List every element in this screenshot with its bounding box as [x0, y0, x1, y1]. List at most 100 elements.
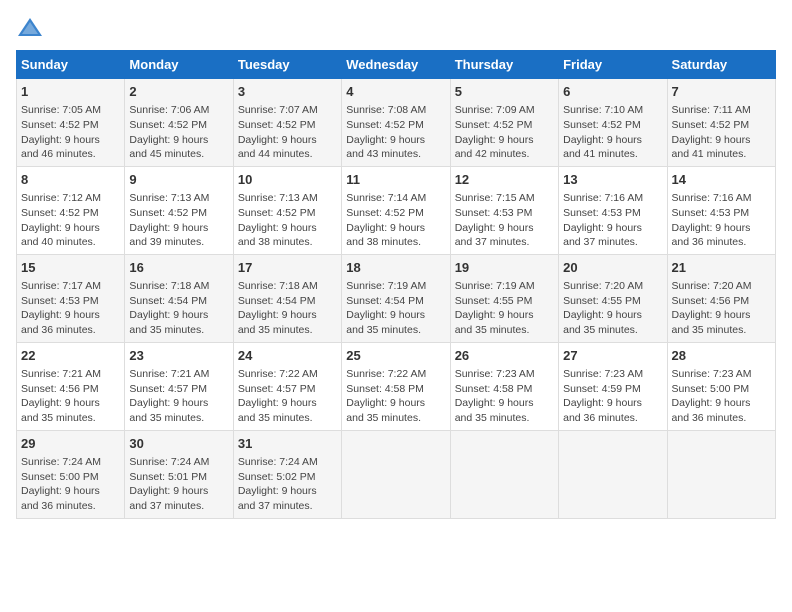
table-row: 27Sunrise: 7:23 AM Sunset: 4:59 PM Dayli…	[559, 342, 667, 430]
day-info: Sunrise: 7:21 AM Sunset: 4:57 PM Dayligh…	[129, 367, 228, 426]
table-row: 30 Sunrise: 7:24 AM Sunset: 5:01 PM Dayli…	[125, 430, 233, 518]
day-number: 8	[21, 171, 120, 189]
day-number: 21	[672, 259, 771, 277]
day-info: Sunrise: 7:18 AM Sunset: 4:54 PM Dayligh…	[238, 279, 337, 338]
day-number: 5	[455, 83, 554, 101]
day-info: Sunrise: 7:13 AM Sunset: 4:52 PM Dayligh…	[238, 191, 337, 250]
week-row-5: 29 Sunrise: 7:24 AM Sunset: 5:00 PM Dayli…	[17, 430, 776, 518]
day-number: 14	[672, 171, 771, 189]
day-number: 15	[21, 259, 120, 277]
calendar-table: SundayMondayTuesdayWednesdayThursdayFrid…	[16, 50, 776, 519]
logo-icon	[16, 16, 44, 38]
table-row	[667, 430, 775, 518]
day-info: Sunrise: 7:06 AM Sunset: 4:52 PM Dayligh…	[129, 103, 228, 162]
table-row: 6 Sunrise: 7:10 AM Sunset: 4:52 PM Daylig…	[559, 79, 667, 167]
weekday-header-sunday: Sunday	[17, 51, 125, 79]
week-row-1: 1Sunrise: 7:05 AM Sunset: 4:52 PM Daylig…	[17, 79, 776, 167]
table-row: 29 Sunrise: 7:24 AM Sunset: 5:00 PM Dayli…	[17, 430, 125, 518]
table-row: 25 Sunrise: 7:22 AM Sunset: 4:58 PM Dayli…	[342, 342, 450, 430]
day-number: 25	[346, 347, 445, 365]
table-row: 2 Sunrise: 7:06 AM Sunset: 4:52 PM Daylig…	[125, 79, 233, 167]
table-row: 22 Sunrise: 7:21 AM Sunset: 4:56 PM Dayli…	[17, 342, 125, 430]
day-info: Sunrise: 7:18 AM Sunset: 4:54 PM Dayligh…	[129, 279, 228, 338]
table-row: 1Sunrise: 7:05 AM Sunset: 4:52 PM Daylig…	[17, 79, 125, 167]
day-number: 23	[129, 347, 228, 365]
day-info: Sunrise: 7:09 AM Sunset: 4:52 PM Dayligh…	[455, 103, 554, 162]
day-number: 18	[346, 259, 445, 277]
day-info: Sunrise: 7:17 AM Sunset: 4:53 PM Dayligh…	[21, 279, 120, 338]
day-info: Sunrise: 7:21 AM Sunset: 4:56 PM Dayligh…	[21, 367, 120, 426]
table-row: 9 Sunrise: 7:13 AM Sunset: 4:52 PM Daylig…	[125, 166, 233, 254]
day-number: 1	[21, 83, 120, 101]
day-info: Sunrise: 7:10 AM Sunset: 4:52 PM Dayligh…	[563, 103, 662, 162]
day-info: Sunrise: 7:23 AM Sunset: 4:59 PM Dayligh…	[563, 367, 662, 426]
day-number: 9	[129, 171, 228, 189]
day-number: 26	[455, 347, 554, 365]
day-number: 24	[238, 347, 337, 365]
day-info: Sunrise: 7:23 AM Sunset: 4:58 PM Dayligh…	[455, 367, 554, 426]
table-row: 5 Sunrise: 7:09 AM Sunset: 4:52 PM Daylig…	[450, 79, 558, 167]
day-info: Sunrise: 7:15 AM Sunset: 4:53 PM Dayligh…	[455, 191, 554, 250]
day-number: 6	[563, 83, 662, 101]
table-row	[342, 430, 450, 518]
day-number: 20	[563, 259, 662, 277]
week-row-3: 15 Sunrise: 7:17 AM Sunset: 4:53 PM Dayli…	[17, 254, 776, 342]
week-row-2: 8 Sunrise: 7:12 AM Sunset: 4:52 PM Daylig…	[17, 166, 776, 254]
day-number: 2	[129, 83, 228, 101]
day-number: 29	[21, 435, 120, 453]
day-number: 30	[129, 435, 228, 453]
weekday-header-wednesday: Wednesday	[342, 51, 450, 79]
table-row: 15 Sunrise: 7:17 AM Sunset: 4:53 PM Dayli…	[17, 254, 125, 342]
day-info: Sunrise: 7:07 AM Sunset: 4:52 PM Dayligh…	[238, 103, 337, 162]
day-info: Sunrise: 7:22 AM Sunset: 4:58 PM Dayligh…	[346, 367, 445, 426]
day-number: 17	[238, 259, 337, 277]
table-row: 26 Sunrise: 7:23 AM Sunset: 4:58 PM Dayli…	[450, 342, 558, 430]
day-info: Sunrise: 7:16 AM Sunset: 4:53 PM Dayligh…	[672, 191, 771, 250]
table-row: 11 Sunrise: 7:14 AM Sunset: 4:52 PM Dayli…	[342, 166, 450, 254]
day-info: Sunrise: 7:20 AM Sunset: 4:55 PM Dayligh…	[563, 279, 662, 338]
logo	[16, 16, 48, 38]
weekday-header-friday: Friday	[559, 51, 667, 79]
day-number: 22	[21, 347, 120, 365]
day-number: 13	[563, 171, 662, 189]
day-info: Sunrise: 7:14 AM Sunset: 4:52 PM Dayligh…	[346, 191, 445, 250]
header	[16, 16, 776, 38]
day-number: 10	[238, 171, 337, 189]
day-number: 19	[455, 259, 554, 277]
day-number: 7	[672, 83, 771, 101]
table-row: 4Sunrise: 7:08 AM Sunset: 4:52 PM Daylig…	[342, 79, 450, 167]
table-row: 8 Sunrise: 7:12 AM Sunset: 4:52 PM Daylig…	[17, 166, 125, 254]
table-row: 10 Sunrise: 7:13 AM Sunset: 4:52 PM Dayli…	[233, 166, 341, 254]
day-number: 11	[346, 171, 445, 189]
day-info: Sunrise: 7:19 AM Sunset: 4:55 PM Dayligh…	[455, 279, 554, 338]
weekday-header-tuesday: Tuesday	[233, 51, 341, 79]
day-number: 12	[455, 171, 554, 189]
day-info: Sunrise: 7:11 AM Sunset: 4:52 PM Dayligh…	[672, 103, 771, 162]
day-number: 3	[238, 83, 337, 101]
weekday-header-monday: Monday	[125, 51, 233, 79]
table-row: 21 Sunrise: 7:20 AM Sunset: 4:56 PM Dayli…	[667, 254, 775, 342]
table-row: 3 Sunrise: 7:07 AM Sunset: 4:52 PM Daylig…	[233, 79, 341, 167]
table-row: 12 Sunrise: 7:15 AM Sunset: 4:53 PM Dayli…	[450, 166, 558, 254]
weekday-header-row: SundayMondayTuesdayWednesdayThursdayFrid…	[17, 51, 776, 79]
weekday-header-thursday: Thursday	[450, 51, 558, 79]
table-row: 18 Sunrise: 7:19 AM Sunset: 4:54 PM Dayli…	[342, 254, 450, 342]
day-info: Sunrise: 7:24 AM Sunset: 5:00 PM Dayligh…	[21, 455, 120, 514]
day-number: 28	[672, 347, 771, 365]
table-row: 31Sunrise: 7:24 AM Sunset: 5:02 PM Dayli…	[233, 430, 341, 518]
day-info: Sunrise: 7:20 AM Sunset: 4:56 PM Dayligh…	[672, 279, 771, 338]
day-info: Sunrise: 7:24 AM Sunset: 5:01 PM Dayligh…	[129, 455, 228, 514]
week-row-4: 22 Sunrise: 7:21 AM Sunset: 4:56 PM Dayli…	[17, 342, 776, 430]
day-info: Sunrise: 7:23 AM Sunset: 5:00 PM Dayligh…	[672, 367, 771, 426]
day-info: Sunrise: 7:19 AM Sunset: 4:54 PM Dayligh…	[346, 279, 445, 338]
day-number: 31	[238, 435, 337, 453]
table-row: 19 Sunrise: 7:19 AM Sunset: 4:55 PM Dayli…	[450, 254, 558, 342]
day-number: 16	[129, 259, 228, 277]
table-row: 28 Sunrise: 7:23 AM Sunset: 5:00 PM Dayli…	[667, 342, 775, 430]
table-row: 20 Sunrise: 7:20 AM Sunset: 4:55 PM Dayli…	[559, 254, 667, 342]
table-row	[450, 430, 558, 518]
table-row: 13Sunrise: 7:16 AM Sunset: 4:53 PM Dayli…	[559, 166, 667, 254]
day-info: Sunrise: 7:13 AM Sunset: 4:52 PM Dayligh…	[129, 191, 228, 250]
day-info: Sunrise: 7:12 AM Sunset: 4:52 PM Dayligh…	[21, 191, 120, 250]
day-number: 4	[346, 83, 445, 101]
